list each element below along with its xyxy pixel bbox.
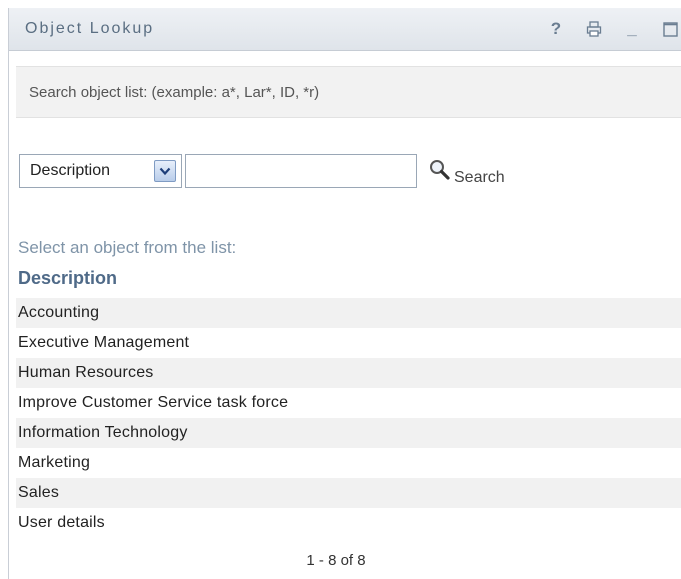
title-bar: Object Lookup ? _ — [9, 8, 681, 51]
print-icon[interactable] — [582, 17, 606, 41]
list-item[interactable]: Sales — [16, 478, 681, 508]
list-item[interactable]: Marketing — [16, 448, 681, 478]
search-row: Description Search — [19, 152, 505, 190]
magnifier-icon — [429, 159, 451, 188]
list-item[interactable]: Information Technology — [16, 418, 681, 448]
search-button[interactable]: Search — [429, 154, 505, 188]
list-item[interactable]: User details — [16, 508, 681, 538]
pagination-status: 1 - 8 of 8 — [306, 552, 366, 569]
help-icon[interactable]: ? — [544, 17, 568, 41]
lookup-content: Search object list: (example: a*, Lar*, … — [16, 66, 681, 569]
object-lookup-portlet: Object Lookup ? _ Search object list: (e… — [8, 8, 681, 579]
minimize-icon[interactable]: _ — [620, 17, 644, 41]
window-title: Object Lookup — [25, 20, 155, 37]
window-controls: ? _ — [530, 8, 681, 50]
description-column-header[interactable]: Description — [18, 268, 117, 289]
list-item[interactable]: Human Resources — [16, 358, 681, 388]
search-field-value: Description — [30, 162, 111, 179]
search-hint-text: Search object list: (example: a*, Lar*, … — [29, 83, 320, 101]
select-object-prompt: Select an object from the list: — [18, 238, 237, 257]
search-hint-bar: Search object list: (example: a*, Lar*, … — [16, 66, 681, 118]
search-button-label: Search — [454, 169, 505, 186]
list-item[interactable]: Executive Management — [16, 328, 681, 358]
search-field-select[interactable]: Description — [19, 154, 182, 188]
search-input[interactable] — [185, 154, 417, 188]
maximize-icon[interactable] — [658, 17, 681, 41]
object-list: Accounting Executive Management Human Re… — [16, 298, 681, 538]
chevron-down-icon[interactable] — [154, 160, 176, 182]
list-item[interactable]: Improve Customer Service task force — [16, 388, 681, 418]
list-item[interactable]: Accounting — [16, 298, 681, 328]
